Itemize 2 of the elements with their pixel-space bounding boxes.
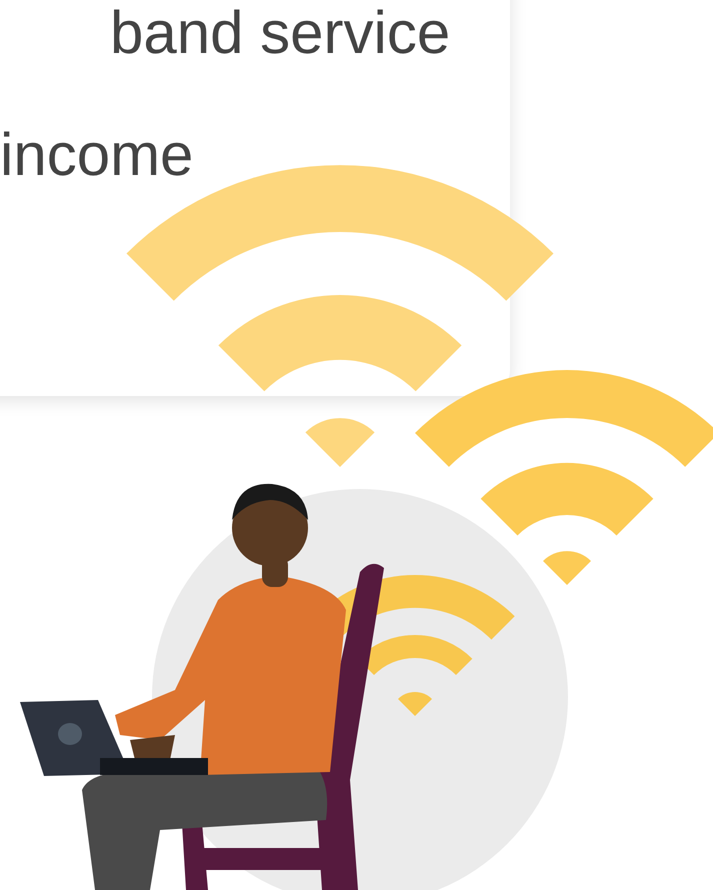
card-text: band service <box>110 0 452 66</box>
card-text: income <box>0 122 194 188</box>
